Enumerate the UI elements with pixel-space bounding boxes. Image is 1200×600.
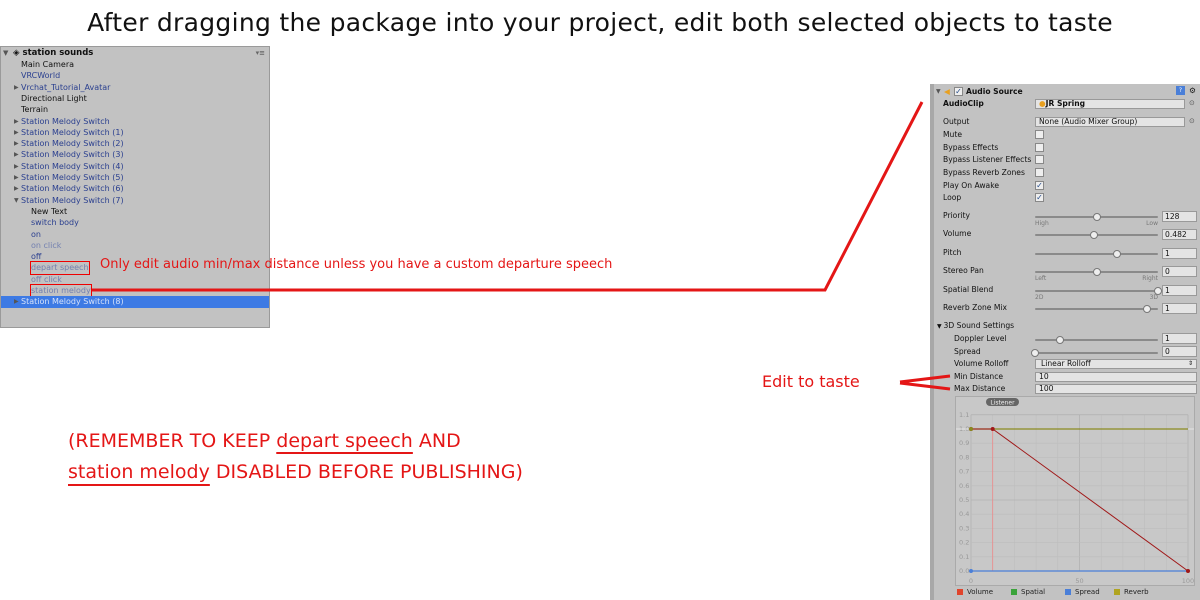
pointer-line [899, 374, 951, 384]
pointer-line [899, 381, 951, 391]
annotation-lines [92, 101, 951, 391]
pointer-line [92, 101, 924, 292]
